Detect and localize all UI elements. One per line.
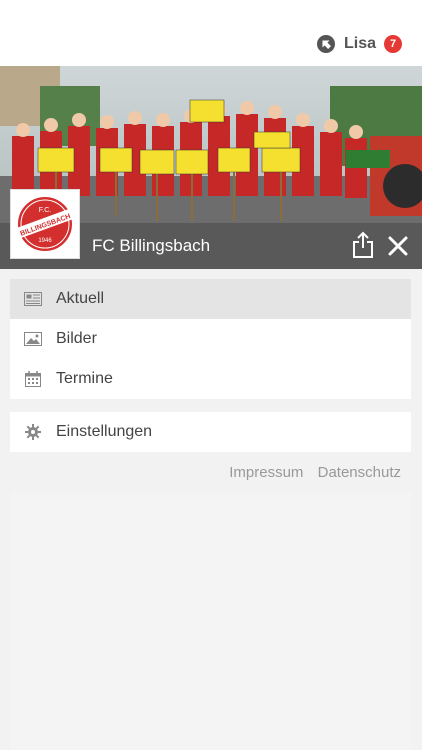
club-header-image: FC Billingsbach F.C. BILLINGSBACH 1946	[0, 66, 422, 269]
main-menu: Aktuell Bilder Termine	[10, 279, 411, 399]
impressum-link[interactable]: Impressum	[229, 464, 303, 481]
content-area	[10, 492, 411, 750]
top-bar: Lisa 7	[0, 0, 422, 66]
gear-icon	[24, 423, 42, 441]
image-icon	[24, 330, 42, 348]
notification-badge[interactable]: 7	[384, 35, 402, 53]
settings-menu: Einstellungen	[10, 412, 411, 452]
menu-item-label: Termine	[56, 370, 113, 387]
club-name: FC Billingsbach	[92, 236, 211, 255]
user-menu[interactable]: Lisa 7	[316, 34, 402, 54]
menu-item-bilder[interactable]: Bilder	[10, 319, 411, 359]
menu-item-label: Bilder	[56, 330, 97, 347]
user-name: Lisa	[343, 35, 376, 52]
datenschutz-link[interactable]: Datenschutz	[318, 464, 401, 481]
logo-year-text: 1946	[38, 238, 52, 244]
menu-item-einstellungen[interactable]: Einstellungen	[10, 412, 411, 452]
footer-links: Impressum Datenschutz	[219, 464, 401, 481]
menu-item-aktuell[interactable]: Aktuell	[10, 279, 411, 319]
team-swap-icon	[316, 35, 335, 53]
club-logo: F.C. BILLINGSBACH 1946	[10, 189, 80, 259]
share-icon[interactable]	[350, 231, 376, 259]
menu-item-label: Aktuell	[56, 290, 105, 307]
close-icon[interactable]	[386, 234, 410, 258]
calendar-icon	[24, 370, 42, 388]
menu-item-termine[interactable]: Termine	[10, 359, 411, 399]
menu-item-label: Einstellungen	[56, 423, 153, 440]
newspaper-icon	[24, 290, 42, 308]
logo-top-text: F.C.	[39, 207, 52, 214]
